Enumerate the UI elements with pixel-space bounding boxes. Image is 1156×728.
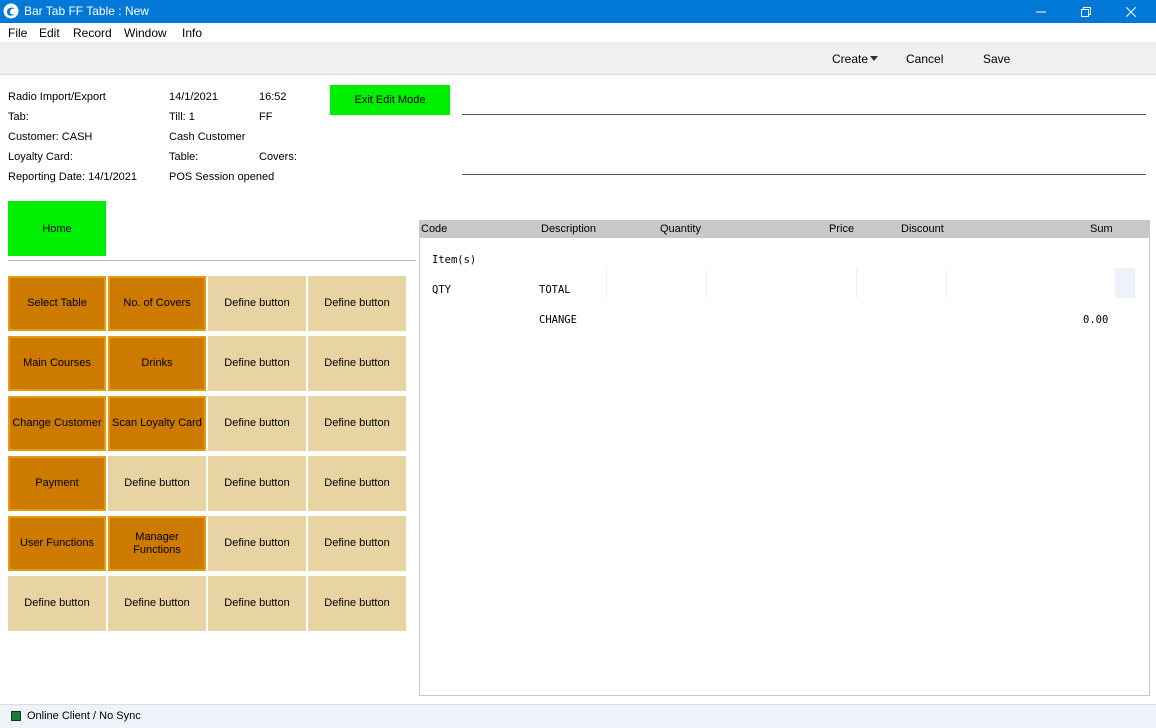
menu-edit[interactable]: Edit xyxy=(39,26,60,40)
table-label: Table: xyxy=(169,151,199,163)
mode-label: Radio Import/Export xyxy=(8,91,106,103)
customer-name: Cash Customer xyxy=(169,131,246,143)
divider-line xyxy=(462,174,1146,175)
status-bar: Online Client / No Sync xyxy=(0,704,1156,728)
manager-functions-button[interactable]: Manager Functions xyxy=(108,516,206,571)
menu-record[interactable]: Record xyxy=(73,26,112,40)
define-button-button[interactable]: Define button xyxy=(308,576,406,631)
define-button-button[interactable]: Define button xyxy=(208,516,306,571)
define-button-button[interactable]: Define button xyxy=(308,276,406,331)
change-label: CHANGE xyxy=(539,314,577,326)
column-divider xyxy=(856,268,857,298)
connection-status-icon xyxy=(11,711,21,721)
chevron-down-icon[interactable] xyxy=(870,56,878,61)
divider-line xyxy=(8,260,416,261)
define-button-button[interactable]: Define button xyxy=(8,576,106,631)
minimize-button[interactable] xyxy=(1018,0,1064,23)
drinks-button[interactable]: Drinks xyxy=(108,336,206,391)
till-label: Till: 1 xyxy=(169,111,195,123)
change-customer-button[interactable]: Change Customer xyxy=(8,396,106,451)
create-button[interactable]: Create xyxy=(832,52,868,66)
column-header-sum: Sum xyxy=(1090,223,1113,235)
total-label: TOTAL xyxy=(539,284,571,296)
define-button-button[interactable]: Define button xyxy=(108,456,206,511)
till-code: FF xyxy=(259,111,273,123)
items-label: Item(s) xyxy=(432,254,477,266)
receipt-panel: Code Description Quantity Price Discount… xyxy=(419,220,1150,696)
menu-file[interactable]: File xyxy=(8,26,27,40)
receipt-header: Code Description Quantity Price Discount… xyxy=(420,221,1149,238)
define-button-button[interactable]: Define button xyxy=(308,516,406,571)
define-button-button[interactable]: Define button xyxy=(208,396,306,451)
column-divider xyxy=(606,268,607,298)
restore-icon xyxy=(1081,6,1091,17)
close-button[interactable] xyxy=(1108,0,1154,23)
selected-cell[interactable] xyxy=(1115,268,1135,298)
scan-loyalty-card-button[interactable]: Scan Loyalty Card xyxy=(108,396,206,451)
select-table-button[interactable]: Select Table xyxy=(8,276,106,331)
app-logo-icon xyxy=(3,3,19,19)
divider-line xyxy=(462,114,1146,115)
define-button-button[interactable]: Define button xyxy=(208,456,306,511)
header-time: 16:52 xyxy=(259,91,287,103)
header-date: 14/1/2021 xyxy=(169,91,218,103)
restore-button[interactable] xyxy=(1063,0,1109,23)
menu-info[interactable]: Info xyxy=(182,26,202,40)
qty-label: QTY xyxy=(432,284,451,296)
column-header-discount: Discount xyxy=(901,223,944,235)
tab-label: Tab: xyxy=(8,111,29,123)
column-header-price: Price xyxy=(829,223,855,235)
title-bar: Bar Tab FF Table : New xyxy=(0,0,1156,23)
define-button-button[interactable]: Define button xyxy=(208,336,306,391)
close-icon xyxy=(1126,6,1136,17)
define-button-button[interactable]: Define button xyxy=(208,276,306,331)
define-button-button[interactable]: Define button xyxy=(308,336,406,391)
column-header-code: Code xyxy=(421,223,448,235)
home-button[interactable]: Home xyxy=(8,201,106,256)
user-functions-button[interactable]: User Functions xyxy=(8,516,106,571)
payment-button[interactable]: Payment xyxy=(8,456,106,511)
define-button-button[interactable]: Define button xyxy=(208,576,306,631)
session-status: POS Session opened xyxy=(169,171,275,183)
cancel-button[interactable]: Cancel xyxy=(906,52,943,66)
customer-label: Customer: CASH xyxy=(8,131,93,143)
save-button[interactable]: Save xyxy=(983,52,1010,66)
define-button-button[interactable]: Define button xyxy=(108,576,206,631)
no-of-covers-button[interactable]: No. of Covers xyxy=(108,276,206,331)
status-text: Online Client / No Sync xyxy=(27,710,141,722)
exit-edit-mode-button[interactable]: Exit Edit Mode xyxy=(330,85,450,115)
change-value: 0.00 xyxy=(1083,314,1109,326)
window-title: Bar Tab FF Table : New xyxy=(24,4,149,18)
loyalty-card-label: Loyalty Card: xyxy=(8,151,73,163)
pos-button-grid: Select Table No. of Covers Define button De… xyxy=(8,276,408,631)
toolbar: Create Cancel Save xyxy=(0,42,1156,75)
column-header-quantity: Quantity xyxy=(660,223,701,235)
menu-window[interactable]: Window xyxy=(124,26,167,40)
reporting-date-label: Reporting Date: 14/1/2021 xyxy=(8,171,138,183)
minimize-icon xyxy=(1036,11,1046,12)
column-header-description: Description xyxy=(541,223,597,235)
define-button-button[interactable]: Define button xyxy=(308,456,406,511)
column-divider xyxy=(946,268,947,298)
covers-label: Covers: xyxy=(259,151,297,163)
column-divider xyxy=(706,268,707,298)
main-courses-button[interactable]: Main Courses xyxy=(8,336,106,391)
menu-bar: File Edit Record Window Info xyxy=(0,23,1156,42)
define-button-button[interactable]: Define button xyxy=(308,396,406,451)
